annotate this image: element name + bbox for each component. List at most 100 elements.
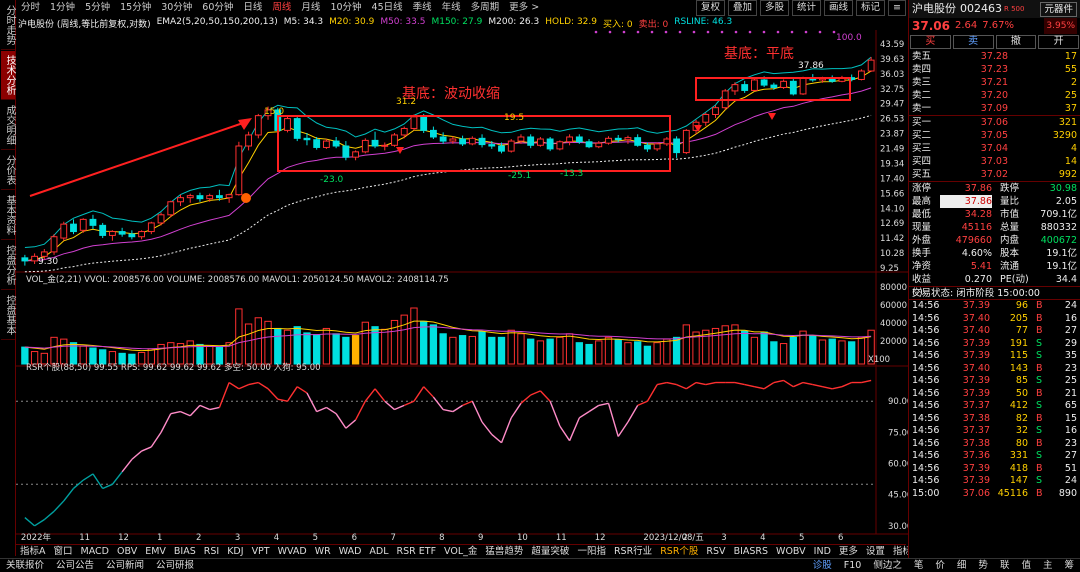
indicator-tab-3[interactable]: OBV (113, 545, 141, 558)
timeframe-7[interactable]: 周线 (267, 0, 296, 16)
sidebar-tab-0[interactable]: 分时走势 (1, 1, 15, 50)
indicator-tab-0[interactable]: 指标A (16, 545, 50, 558)
tool-button-3[interactable]: 统计 (791, 0, 821, 16)
tool-button-2[interactable]: 多股 (759, 0, 789, 16)
volume-bar-77 (770, 341, 778, 365)
indicator-tab-11[interactable]: WAD (335, 545, 366, 558)
timeframe-12[interactable]: 年线 (437, 0, 466, 16)
sidebar-tab-1[interactable]: 技术分析 (1, 51, 15, 100)
indicator-tab-6[interactable]: RSI (200, 545, 223, 558)
sidebar-tab-5[interactable]: 控盘分析 (1, 241, 15, 290)
timeframe-11[interactable]: 季线 (408, 0, 437, 16)
indicator-tab-9[interactable]: WVAD (274, 545, 311, 558)
status-right-0[interactable]: 诊股 (807, 559, 838, 572)
volume-bar-76 (760, 331, 768, 365)
indicator-tab-22[interactable]: WOBV (772, 545, 810, 558)
indicator-tab-2[interactable]: MACD (77, 545, 113, 558)
stats-value-b: 34.4 (1055, 274, 1077, 285)
sidebar-tab-6[interactable]: 控盘基本 (1, 291, 15, 340)
tool-button-5[interactable]: 标记 (856, 0, 886, 16)
timeframe-8[interactable]: 月线 (296, 0, 325, 16)
status-right-4[interactable]: 价 (929, 559, 951, 572)
indicator-tab-13[interactable]: RSR ETF (393, 545, 441, 558)
timeframe-9[interactable]: 10分钟 (325, 0, 366, 16)
tool-button-0[interactable]: 复权 (695, 0, 725, 16)
rsr-seg-44 (442, 408, 454, 413)
indicator-tab-24[interactable]: 更多 (835, 545, 862, 558)
indicator-tab-18[interactable]: RSR行业 (610, 545, 656, 558)
indicator-tab-14[interactable]: VOL_金 (440, 545, 481, 558)
rsr-seg-48 (481, 421, 493, 435)
tick-count: 24 (1064, 475, 1077, 486)
status-right-10[interactable]: 筹 (1058, 559, 1080, 572)
indicator-tab-10[interactable]: WR (311, 545, 335, 558)
timeframe-4[interactable]: 30分钟 (156, 0, 197, 16)
action-button-1[interactable]: 卖 (952, 35, 994, 49)
tick-price: 37.38 (962, 412, 990, 424)
timeframe-1[interactable]: 1分钟 (45, 0, 80, 16)
indicator-tab-8[interactable]: VPT (248, 545, 274, 558)
tick-vol: 50 (1015, 387, 1028, 399)
indicator-tab-19[interactable]: RSR个股 (656, 545, 702, 558)
stats-value-a: 34.28 (964, 209, 992, 220)
indicator-tab-15[interactable]: 猛兽趋势 (481, 545, 527, 558)
timeframe-5[interactable]: 60分钟 (197, 0, 238, 16)
tick-count: 35 (1064, 350, 1077, 361)
status-right-7[interactable]: 联 (994, 559, 1016, 572)
sidebar-tab-4[interactable]: 基本资料 (1, 191, 15, 240)
rsr-seg-71 (705, 381, 716, 386)
stats-value-a: 37.86 (964, 183, 992, 194)
timeframe-6[interactable]: 日线 (238, 0, 267, 16)
indicator-tab-17[interactable]: 一阳指 (573, 545, 610, 558)
indicator-tab-1[interactable]: 窗口 (50, 545, 77, 558)
bid-row-1: 买二 37.05 3290 (909, 129, 1080, 142)
indicator-tab-12[interactable]: ADL (365, 545, 392, 558)
status-right-5[interactable]: 细 (951, 559, 973, 572)
price-tick-1: 39.63 (880, 55, 904, 65)
candle-body-5 (70, 223, 77, 233)
timeframe-10[interactable]: 45日线 (367, 0, 408, 16)
status-right-2[interactable]: 侧边之 (867, 559, 908, 572)
timeframe-2[interactable]: 5分钟 (80, 0, 115, 16)
indicator-tab-5[interactable]: BIAS (170, 545, 200, 558)
action-button-2[interactable]: 撤 (995, 35, 1037, 49)
indicator-tab-23[interactable]: IND (810, 545, 835, 558)
sidebar-tab-3[interactable]: 分价表 (1, 151, 15, 190)
tool-button-1[interactable]: 叠加 (727, 0, 757, 16)
volume-bar-47 (478, 331, 486, 365)
tool-button-4[interactable]: 画线 (824, 0, 854, 16)
indicator-tab-20[interactable]: RSV (702, 545, 729, 558)
status-link-3[interactable]: 公司研报 (150, 559, 200, 572)
indicator-tab-16[interactable]: 超量突破 (527, 545, 573, 558)
bid-row-2-label: 买三 (912, 143, 932, 154)
rsr-seg-23 (238, 383, 249, 390)
indicator-tab-7[interactable]: KDJ (223, 545, 247, 558)
timeframe-0[interactable]: 分时 (16, 0, 45, 16)
indicator-tab-25[interactable]: 设置 (862, 545, 889, 558)
status-link-2[interactable]: 公司新闻 (100, 559, 150, 572)
status-right-8[interactable]: 值 (1015, 559, 1037, 572)
purple-dot-17 (832, 30, 836, 34)
status-right-9[interactable]: 主 (1037, 559, 1059, 572)
indicator-tab-4[interactable]: EMV (141, 545, 170, 558)
timeframe-13[interactable]: 多周期 (466, 0, 505, 16)
timeframe-14[interactable]: 更多 > (504, 0, 544, 16)
status-link-1[interactable]: 公司公告 (50, 559, 100, 572)
x-tick-6: 4 (274, 533, 279, 543)
action-button-3[interactable]: 开 (1038, 35, 1079, 49)
indicator-tab-21[interactable]: BIASRS (730, 545, 772, 558)
x-tick-12: 10 (517, 533, 528, 543)
volume-bar-58 (585, 343, 593, 365)
tool-button-6[interactable]: ≡ (888, 0, 906, 16)
stats-value-b: 30.98 (1049, 183, 1077, 194)
status-right-6[interactable]: 势 (972, 559, 994, 572)
status-right-3[interactable]: 笔 (908, 559, 930, 572)
status-link-0[interactable]: 关联报价 (0, 559, 50, 572)
timeframe-3[interactable]: 15分钟 (115, 0, 156, 16)
status-right-1[interactable]: F10 (838, 559, 868, 572)
sidebar-tab-2[interactable]: 成交明细 (1, 101, 15, 150)
chart-area[interactable]: 基底：波动收缩 基底：平底 15.0 31.2 19.5 -23.0 -25.1 -13.3 3… (16, 30, 908, 543)
volume-bar-59 (595, 340, 603, 365)
action-button-0[interactable]: 买 (910, 35, 951, 49)
sector-button[interactable]: 元器件 (1040, 2, 1077, 17)
